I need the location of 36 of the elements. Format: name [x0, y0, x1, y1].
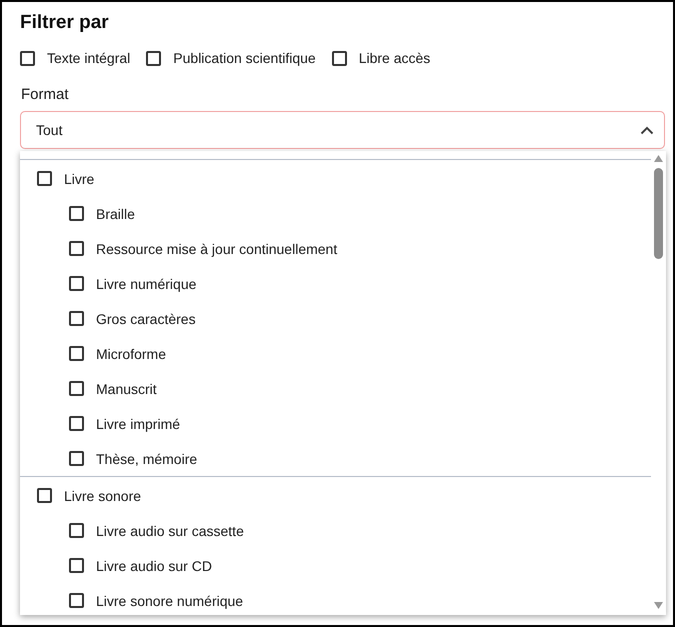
- checkbox[interactable]: [37, 171, 52, 186]
- option-label[interactable]: Microforme: [96, 346, 166, 362]
- chevron-icon: [640, 126, 654, 134]
- option-label[interactable]: Braille: [96, 206, 135, 222]
- option-label[interactable]: Gros caractères: [96, 310, 196, 326]
- checkbox[interactable]: [69, 593, 84, 608]
- checkbox[interactable]: [332, 50, 347, 66]
- checkbox-label[interactable]: Libre accès: [358, 50, 430, 66]
- checkbox[interactable]: [146, 50, 162, 66]
- format-dropdown[interactable]: Tout: [20, 111, 665, 149]
- option-label[interactable]: Ressource mise à jour continuellement: [96, 240, 338, 256]
- checkbox[interactable]: [69, 381, 84, 396]
- option-label[interactable]: Livre imprimé: [96, 416, 180, 432]
- panel-title: Filtrer par: [20, 11, 110, 35]
- option-label[interactable]: Livre audio sur CD: [96, 558, 212, 574]
- checkbox-label[interactable]: Texte intégral: [47, 50, 130, 66]
- checkbox[interactable]: [69, 206, 84, 221]
- option-label[interactable]: Livre audio sur cassette: [96, 522, 244, 538]
- option-label[interactable]: Livre numérique: [96, 276, 196, 292]
- option-label[interactable]: Livre: [64, 170, 94, 186]
- checkbox[interactable]: [69, 416, 84, 431]
- checkbox[interactable]: [20, 50, 35, 66]
- checkbox[interactable]: [37, 488, 52, 503]
- field-label: Format: [21, 86, 70, 103]
- checkbox[interactable]: [69, 311, 84, 326]
- checkbox[interactable]: [69, 276, 84, 291]
- option-label[interactable]: Manuscrit: [96, 380, 157, 396]
- option-label[interactable]: Livre sonore: [64, 488, 142, 504]
- checkbox[interactable]: [69, 451, 84, 466]
- option-label[interactable]: Thèse, mémoire: [96, 450, 198, 466]
- option-label[interactable]: Livre sonore numérique: [96, 592, 244, 608]
- checkbox-label[interactable]: Publication scientifique: [173, 50, 316, 66]
- checkbox[interactable]: [69, 523, 84, 538]
- checkbox[interactable]: [69, 241, 84, 256]
- checkbox[interactable]: [69, 346, 84, 361]
- checkbox[interactable]: [69, 558, 84, 573]
